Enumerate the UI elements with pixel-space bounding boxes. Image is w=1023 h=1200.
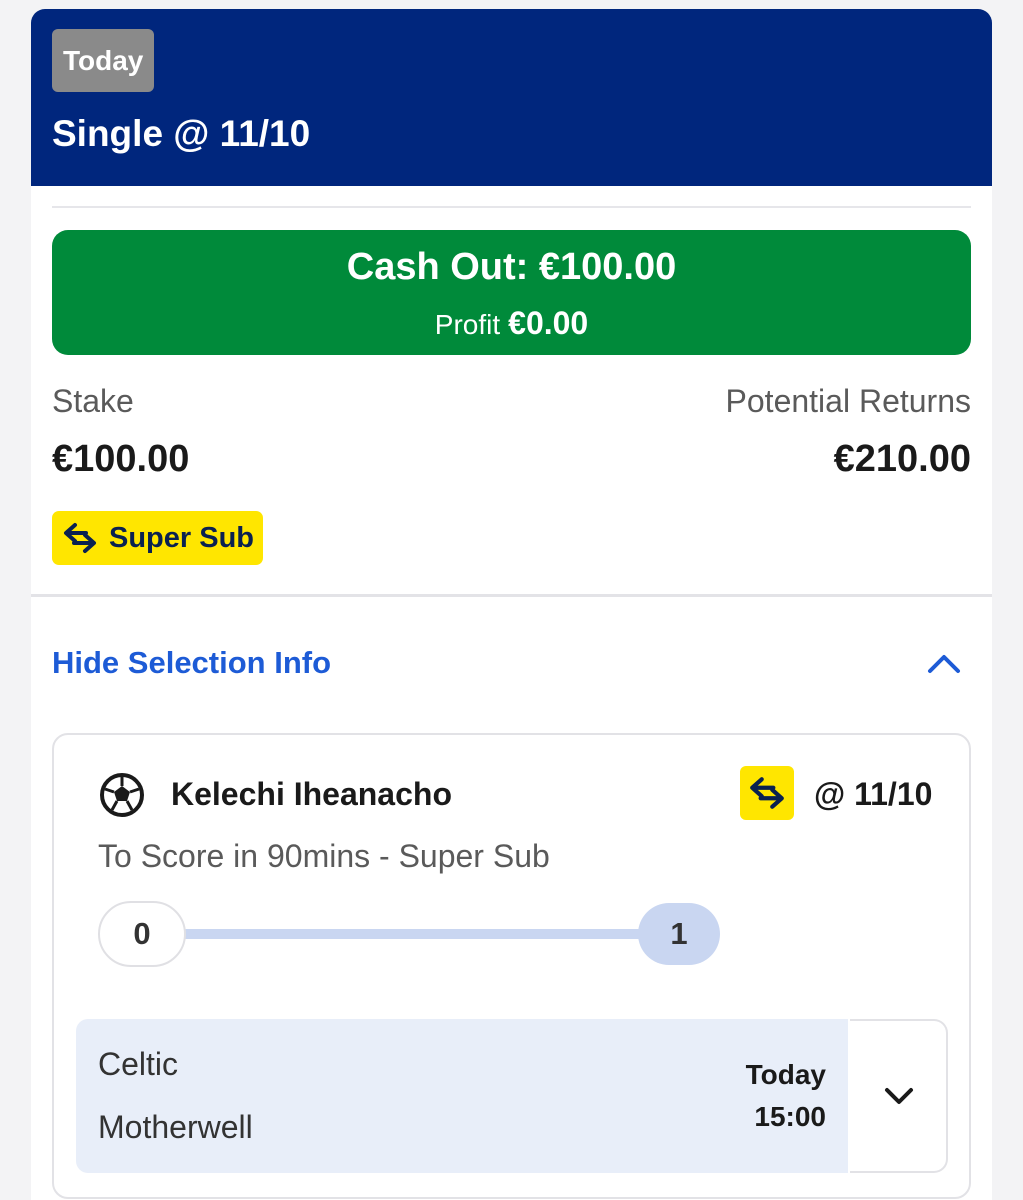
event-day: Today [745,1059,826,1090]
swap-arrows-icon [64,523,96,553]
stake-label: Stake [52,383,134,419]
cash-out-button[interactable]: Cash Out: €100.00 Profit €0.00 [52,230,971,355]
event-panel[interactable]: Celtic Motherwell Today 15:00 [76,1019,848,1173]
super-sub-badge: Super Sub [52,511,263,565]
cash-out-label: Cash Out: €100.00 [346,246,677,288]
potential-returns-label: Potential Returns [725,383,971,419]
hide-selection-info-link[interactable]: Hide Selection Info [52,641,331,685]
away-team: Motherwell [98,1109,253,1145]
divider [31,594,992,597]
selection-odds: @ 11/10 [814,776,933,812]
chevron-up-icon[interactable] [927,651,961,675]
potential-returns-value: €210.00 [833,438,971,480]
super-sub-indicator [740,766,794,820]
home-team: Celtic [98,1046,179,1082]
bet-card: Today Single @ 11/10 Cash Out: €100.00 P… [31,9,992,1200]
divider [52,206,971,208]
profit-label: Profit [434,309,501,340]
progress-end-step: 1 [638,903,720,965]
super-sub-label: Super Sub [109,522,255,554]
bet-header: Today Single @ 11/10 [31,9,992,186]
expand-event-button[interactable] [850,1019,948,1173]
bet-title: Single @ 11/10 [52,113,311,154]
player-name: Kelechi Iheanacho [171,776,452,812]
market-name: To Score in 90mins - Super Sub [98,838,550,874]
profit-value: €0.00 [508,305,589,341]
event-time: 15:00 [754,1101,826,1132]
swap-arrows-icon [750,777,784,809]
stake-value: €100.00 [52,438,190,480]
today-badge: Today [52,29,155,92]
progress-fill [164,929,684,939]
chevron-down-icon [885,1088,913,1104]
selection-card: Kelechi Iheanacho @ 11/10 To Score in 90… [52,733,971,1199]
cash-out-profit: Profit €0.00 [52,303,971,350]
progress-track [164,929,684,939]
progress-start-step: 0 [98,901,186,967]
football-icon [100,773,144,817]
